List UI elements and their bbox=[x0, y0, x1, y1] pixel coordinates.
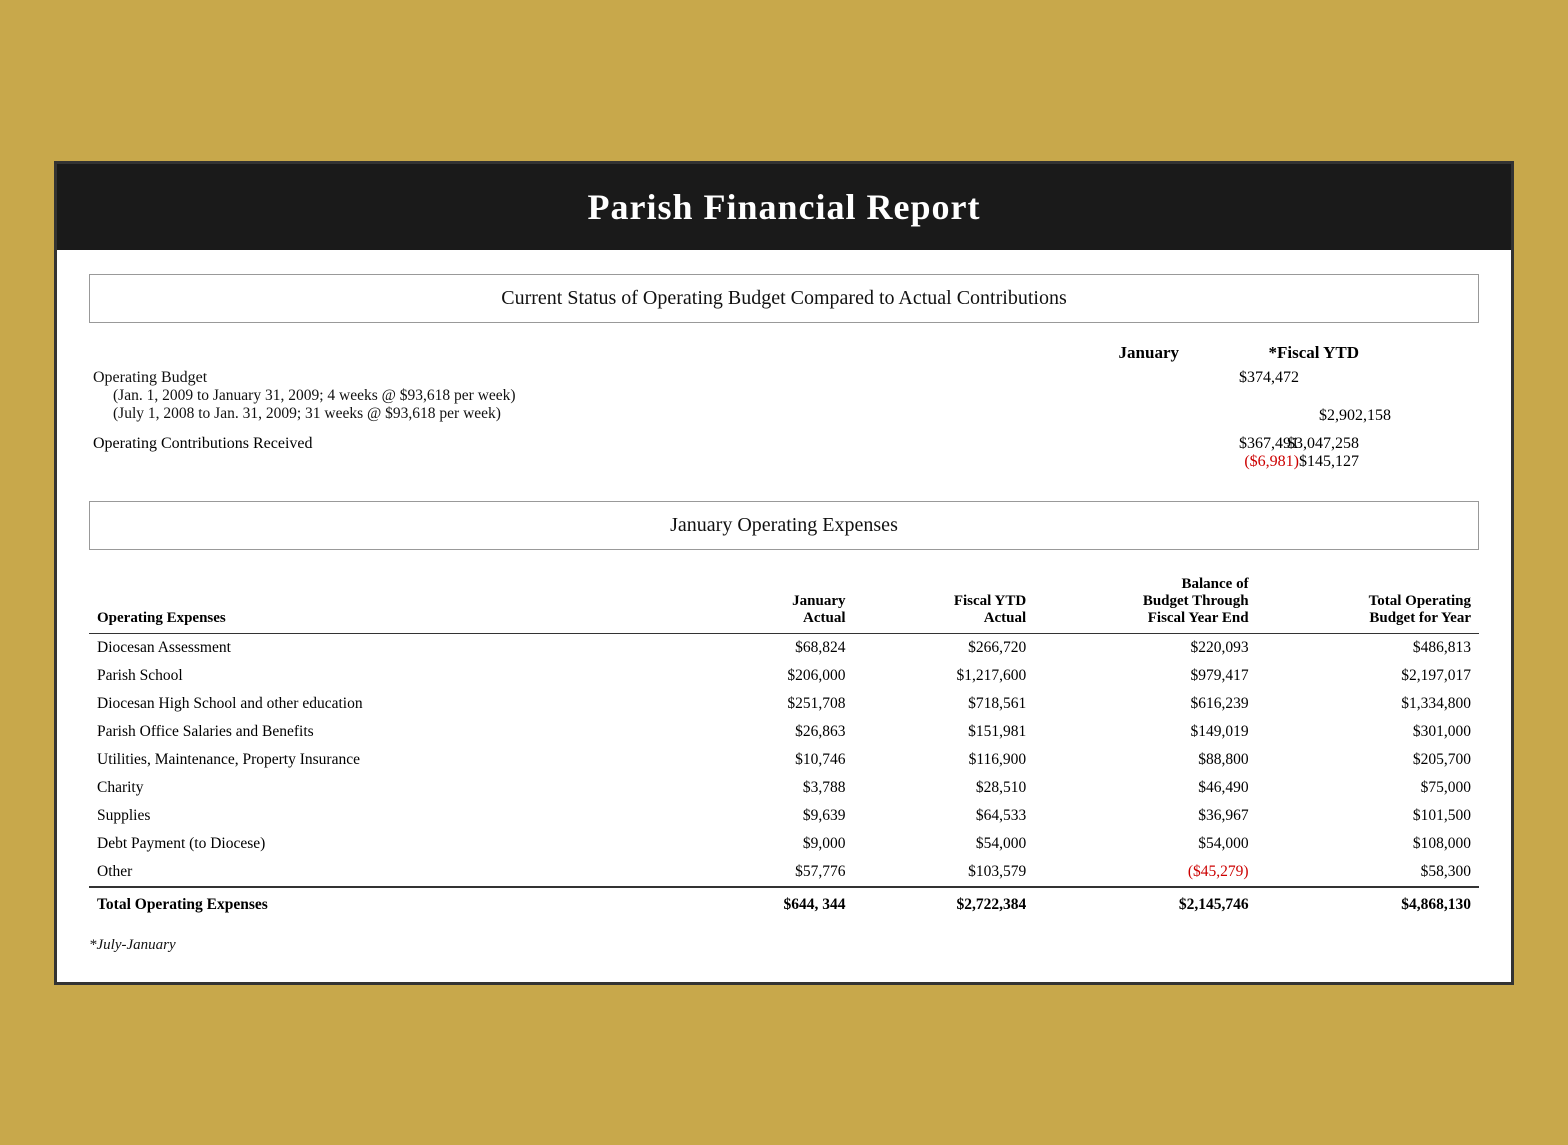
expense-jan: $251,708 bbox=[673, 690, 854, 718]
col-jan-header: January bbox=[1039, 343, 1199, 363]
expense-label: Other bbox=[89, 858, 673, 887]
expense-jan: $26,863 bbox=[673, 718, 854, 746]
inner-container: Parish Financial Report Current Status o… bbox=[54, 161, 1514, 985]
col-balance: Balance ofBudget ThroughFiscal Year End bbox=[1034, 570, 1256, 634]
operating-budget-row: Operating Budget (Jan. 1, 2009 to Januar… bbox=[89, 369, 1479, 425]
expenses-header-row: Operating Expenses JanuaryActual Fiscal … bbox=[89, 570, 1479, 634]
expense-jan: $57,776 bbox=[673, 858, 854, 887]
expense-ytd: $28,510 bbox=[854, 774, 1035, 802]
expense-ytd: $116,900 bbox=[854, 746, 1035, 774]
budget-label-row: Operating Budget (Jan. 1, 2009 to Januar… bbox=[89, 369, 1479, 425]
main-content: Current Status of Operating Budget Compa… bbox=[57, 250, 1511, 982]
expense-total-budget: $58,300 bbox=[1257, 858, 1479, 887]
expense-balance: ($45,279) bbox=[1034, 858, 1256, 887]
expense-balance: $616,239 bbox=[1034, 690, 1256, 718]
expense-ytd: $1,217,600 bbox=[854, 662, 1035, 690]
expense-ytd: $103,579 bbox=[854, 858, 1035, 887]
col-ytd-header: *Fiscal YTD bbox=[1199, 343, 1359, 363]
table-row: Parish Office Salaries and Benefits $26,… bbox=[89, 718, 1479, 746]
section2-title: January Operating Expenses bbox=[89, 501, 1479, 550]
total-balance: $2,145,746 bbox=[1034, 887, 1256, 919]
expense-balance: $149,019 bbox=[1034, 718, 1256, 746]
expense-jan: $3,788 bbox=[673, 774, 854, 802]
expense-total-budget: $486,813 bbox=[1257, 633, 1479, 662]
expenses-table: Operating Expenses JanuaryActual Fiscal … bbox=[89, 570, 1479, 919]
expense-label: Diocesan Assessment bbox=[89, 633, 673, 662]
section1-title: Current Status of Operating Budget Compa… bbox=[89, 274, 1479, 323]
expense-ytd: $718,561 bbox=[854, 690, 1035, 718]
operating-budget-label: Operating Budget (Jan. 1, 2009 to Januar… bbox=[89, 369, 1159, 423]
expense-label: Diocesan High School and other education bbox=[89, 690, 673, 718]
expense-total-budget: $75,000 bbox=[1257, 774, 1479, 802]
expense-jan: $9,000 bbox=[673, 830, 854, 858]
expense-total-budget: $1,334,800 bbox=[1257, 690, 1479, 718]
table-row: Parish School $206,000 $1,217,600 $979,4… bbox=[89, 662, 1479, 690]
col-operating-expenses: Operating Expenses bbox=[89, 570, 673, 634]
expense-total-budget: $205,700 bbox=[1257, 746, 1479, 774]
contributions-row: Operating Contributions Received $367,49… bbox=[89, 435, 1479, 471]
expense-ytd: $151,981 bbox=[854, 718, 1035, 746]
expense-label: Utilities, Maintenance, Property Insuran… bbox=[89, 746, 673, 774]
expenses-section: January Operating Expenses Operating Exp… bbox=[89, 501, 1479, 954]
expense-label: Supplies bbox=[89, 802, 673, 830]
table-row: Diocesan High School and other education… bbox=[89, 690, 1479, 718]
total-jan: $644, 344 bbox=[673, 887, 854, 919]
total-label: Total Operating Expenses bbox=[89, 887, 673, 919]
expense-ytd: $266,720 bbox=[854, 633, 1035, 662]
expense-total-budget: $301,000 bbox=[1257, 718, 1479, 746]
expense-ytd: $64,533 bbox=[854, 802, 1035, 830]
expense-label: Parish Office Salaries and Benefits bbox=[89, 718, 673, 746]
budget-status-section: Current Status of Operating Budget Compa… bbox=[89, 274, 1479, 471]
expense-total-budget: $2,197,017 bbox=[1257, 662, 1479, 690]
expense-balance: $54,000 bbox=[1034, 830, 1256, 858]
expense-balance: $88,800 bbox=[1034, 746, 1256, 774]
total-budget: $4,868,130 bbox=[1257, 887, 1479, 919]
expense-label: Charity bbox=[89, 774, 673, 802]
col-total-budget: Total OperatingBudget for Year bbox=[1257, 570, 1479, 634]
col-jan-actual: JanuaryActual bbox=[673, 570, 854, 634]
contrib-ytd-values: $3,047,258 $145,127 bbox=[1319, 435, 1479, 471]
expense-label: Parish School bbox=[89, 662, 673, 690]
expense-jan: $206,000 bbox=[673, 662, 854, 690]
expense-balance: $220,093 bbox=[1034, 633, 1256, 662]
table-row: Utilities, Maintenance, Property Insuran… bbox=[89, 746, 1479, 774]
expense-label: Debt Payment (to Diocese) bbox=[89, 830, 673, 858]
total-row: Total Operating Expenses $644, 344 $2,72… bbox=[89, 887, 1479, 919]
expense-balance: $36,967 bbox=[1034, 802, 1256, 830]
table-row: Debt Payment (to Diocese) $9,000 $54,000… bbox=[89, 830, 1479, 858]
outer-border: Parish Financial Report Current Status o… bbox=[44, 151, 1524, 995]
total-ytd: $2,722,384 bbox=[854, 887, 1035, 919]
expense-jan: $10,746 bbox=[673, 746, 854, 774]
table-row: Supplies $9,639 $64,533 $36,967 $101,500 bbox=[89, 802, 1479, 830]
budget-ytd-value: $2,902,158 bbox=[1319, 369, 1479, 425]
contrib-label: Operating Contributions Received bbox=[89, 435, 1159, 453]
budget-column-headers: January *Fiscal YTD bbox=[89, 343, 1479, 363]
budget-jan-value: $374,472 bbox=[1159, 369, 1319, 387]
page-title: Parish Financial Report bbox=[77, 186, 1491, 228]
expense-jan: $68,824 bbox=[673, 633, 854, 662]
table-row: Diocesan Assessment $68,824 $266,720 $22… bbox=[89, 633, 1479, 662]
expense-balance: $46,490 bbox=[1034, 774, 1256, 802]
page-header: Parish Financial Report bbox=[57, 164, 1511, 250]
col-fiscal-ytd: Fiscal YTDActual bbox=[854, 570, 1035, 634]
expense-ytd: $54,000 bbox=[854, 830, 1035, 858]
expense-balance: $979,417 bbox=[1034, 662, 1256, 690]
expense-total-budget: $101,500 bbox=[1257, 802, 1479, 830]
footnote: *July-January bbox=[89, 937, 1479, 954]
table-row: Charity $3,788 $28,510 $46,490 $75,000 bbox=[89, 774, 1479, 802]
expense-jan: $9,639 bbox=[673, 802, 854, 830]
expense-total-budget: $108,000 bbox=[1257, 830, 1479, 858]
table-row: Other $57,776 $103,579 ($45,279) $58,300 bbox=[89, 858, 1479, 887]
